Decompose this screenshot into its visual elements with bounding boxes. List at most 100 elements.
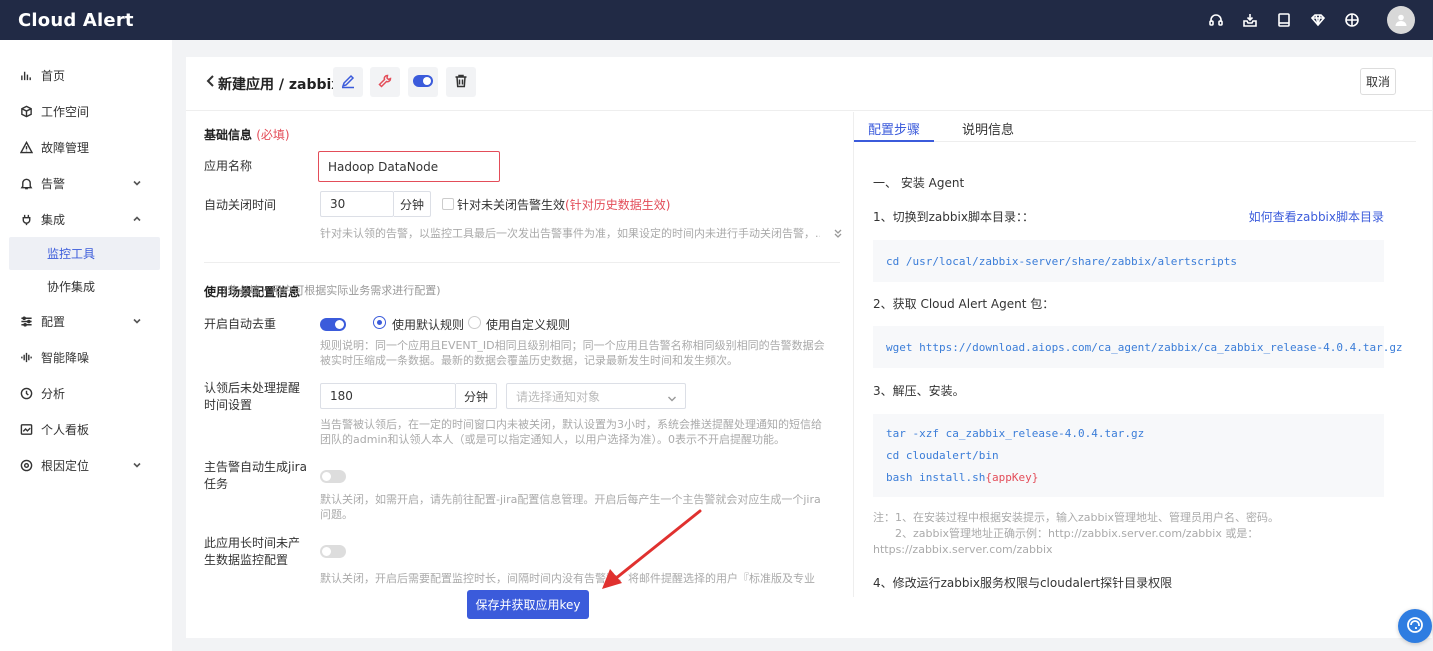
sidebar-item-integration[interactable]: 集成 bbox=[0, 201, 172, 237]
step-install-agent: 一、 安装 Agent bbox=[873, 176, 965, 190]
sidebar-item-label: 工作空间 bbox=[41, 104, 90, 119]
step-3-text: 3、解压、安装。 bbox=[873, 384, 965, 398]
sidebar-item-config[interactable]: 配置 bbox=[0, 303, 172, 339]
jira-label: 主告警自动生成jira任务 bbox=[204, 460, 307, 491]
target-icon bbox=[19, 458, 33, 472]
chart-board-icon bbox=[19, 422, 33, 436]
guide-tabs: 配置步骤 说明信息 bbox=[854, 112, 1416, 142]
scene-info-note: (非必填，用户可根据实际业务需求进行配置) bbox=[223, 284, 441, 297]
remind-label: 认领后未处理提醒时间设置 bbox=[204, 381, 301, 412]
page-header: 新建应用 / zabbix 取消 bbox=[186, 57, 1432, 111]
dedup-help: 规则说明：同一个应用且EVENT_ID相同且级别相同；同一个应用且告警名称相同级… bbox=[320, 339, 825, 367]
sidebar-item-label: 根因定位 bbox=[41, 458, 90, 473]
sidebar-subitem-collaboration[interactable]: 协作集成 bbox=[0, 270, 172, 303]
sidebar-item-label: 告警 bbox=[41, 176, 66, 191]
delete-button[interactable] bbox=[446, 67, 476, 97]
chevron-down-icon[interactable] bbox=[132, 177, 142, 187]
code-block-wget[interactable]: wget https://download.aiops.com/ca_agent… bbox=[873, 326, 1403, 368]
chevron-down-icon[interactable] bbox=[132, 459, 142, 469]
dedup-default-radio[interactable] bbox=[373, 316, 386, 329]
tab-description[interactable]: 说明信息 bbox=[962, 119, 1014, 138]
chevron-up-icon[interactable] bbox=[132, 213, 142, 223]
plug-icon bbox=[19, 212, 33, 226]
download-box-icon[interactable] bbox=[1233, 0, 1267, 40]
nodata-label: 此应用长时间未产生数据监控配置 bbox=[204, 536, 301, 567]
sidebar-item-label: 集成 bbox=[41, 212, 66, 227]
sidebar-item-alerts[interactable]: 告警 bbox=[0, 165, 172, 201]
bar-chart-icon bbox=[19, 68, 33, 82]
settings-button[interactable] bbox=[370, 67, 400, 97]
app-name-input[interactable]: Hadoop DataNode bbox=[318, 151, 500, 182]
dedup-default-label: 使用默认规则 bbox=[392, 318, 465, 332]
dedup-custom-label: 使用自定义规则 bbox=[486, 318, 571, 332]
user-avatar-icon[interactable] bbox=[1387, 6, 1415, 34]
jira-help: 默认关闭，如需开启，请先前往配置-jira配置信息管理。开启后每产生一个主告警就… bbox=[320, 493, 821, 521]
help-chat-button[interactable] bbox=[1398, 609, 1432, 643]
save-and-get-key-button[interactable]: 保存并获取应用key bbox=[467, 590, 589, 619]
remind-input[interactable]: 180 bbox=[320, 383, 456, 409]
remind-unit: 分钟 bbox=[456, 383, 497, 409]
auto-close-label: 自动关闭时间 bbox=[204, 198, 277, 212]
tab-config-steps[interactable]: 配置步骤 bbox=[868, 119, 920, 138]
config-guide-panel: 配置步骤 说明信息 一、 安装 Agent 1、切换到zabbix脚本目录：： … bbox=[853, 112, 1416, 597]
clock-icon bbox=[19, 386, 33, 400]
zabbix-dir-help-link[interactable]: 如何查看zabbix脚本目录 bbox=[1249, 208, 1384, 225]
sidebar-item-dashboard[interactable]: 个人看板 bbox=[0, 411, 172, 447]
config-form: 基础信息 (必填) 应用名称 Hadoop DataNode 自动关闭时间 30… bbox=[186, 112, 852, 638]
edit-button[interactable] bbox=[333, 67, 363, 97]
unclosed-checkbox[interactable] bbox=[442, 198, 454, 210]
app-key-placeholder: {appKey} bbox=[985, 470, 1039, 484]
remind-help: 当告警被认领后，在一定的时间窗口内未被关闭，默认设置为3小时，系统会推送提醒处理… bbox=[320, 418, 822, 446]
basic-info-title: 基础信息 (必填) bbox=[204, 128, 290, 142]
top-bar: Cloud Alert bbox=[0, 0, 1433, 40]
app-name-label: 应用名称 bbox=[204, 159, 253, 173]
dedup-custom-radio[interactable] bbox=[468, 316, 481, 329]
cancel-button[interactable]: 取消 bbox=[1360, 68, 1396, 95]
wrench-icon bbox=[377, 73, 393, 92]
back-arrow-icon[interactable] bbox=[204, 74, 216, 90]
step-4-text: 4、修改运行zabbix服务权限与cloudalert探针目录权限 bbox=[873, 576, 1173, 590]
sidebar-item-root-cause[interactable]: 根因定位 bbox=[0, 447, 172, 483]
sidebar-item-incidents[interactable]: 故障管理 bbox=[0, 129, 172, 165]
book-icon[interactable] bbox=[1267, 0, 1301, 40]
dedup-label: 开启自动去重 bbox=[204, 317, 277, 331]
section-divider bbox=[204, 262, 840, 263]
install-note: 注：1、在安装过程中根据安装提示，输入zabbix管理地址、管理员用户名、密码。… bbox=[873, 511, 1280, 556]
tab-active-indicator bbox=[854, 140, 934, 142]
sidebar-item-home[interactable]: 首页 bbox=[0, 57, 172, 93]
globe-icon[interactable] bbox=[1335, 0, 1369, 40]
sidebar-item-workspace[interactable]: 工作空间 bbox=[0, 93, 172, 129]
auto-close-help: 针对未认领的告警，以监控工具最后一次发出告警事件为准，如果设定的时间内未进行手动… bbox=[320, 227, 820, 240]
cube-icon bbox=[19, 104, 33, 118]
diamond-icon[interactable] bbox=[1301, 0, 1335, 40]
sidebar-item-noise-reduction[interactable]: 智能降噪 bbox=[0, 339, 172, 375]
dedup-toggle[interactable] bbox=[320, 318, 346, 331]
unclosed-warning: (针对历史数据生效) bbox=[565, 198, 671, 212]
auto-close-unit: 分钟 bbox=[394, 191, 431, 217]
support-chat-icon bbox=[1405, 615, 1425, 638]
auto-close-input[interactable]: 30 bbox=[320, 191, 394, 217]
jira-toggle[interactable] bbox=[320, 470, 346, 483]
sidebar-subitem-monitoring-tools[interactable]: 监控工具 bbox=[9, 237, 160, 270]
main-card: 新建应用 / zabbix 取消 基础信息 (必填) 应用名称 Hadoop D… bbox=[186, 57, 1432, 638]
step-1-text: 1、切换到zabbix脚本目录：： bbox=[873, 210, 1034, 224]
code-block-install[interactable]: tar -xzf ca_zabbix_release-4.0.4.tar.gz … bbox=[873, 414, 1384, 497]
sidebar-item-analysis[interactable]: 分析 bbox=[0, 375, 172, 411]
chevron-down-icon[interactable] bbox=[132, 315, 142, 325]
sidebar-item-label: 配置 bbox=[41, 314, 66, 329]
sliders-icon bbox=[19, 314, 33, 328]
page-title: 新建应用 / zabbix bbox=[218, 77, 341, 93]
bell-icon bbox=[19, 176, 33, 190]
headset-icon[interactable] bbox=[1199, 0, 1233, 40]
brand-logo[interactable]: Cloud Alert bbox=[18, 10, 134, 31]
notify-target-select[interactable]: 请选择通知对象 bbox=[506, 383, 686, 409]
enable-toggle-button[interactable] bbox=[408, 67, 438, 97]
sidebar: 首页 工作空间 故障管理 告警 集成 监控工具 协作集成 配置 智能降噪 分析 … bbox=[0, 40, 172, 651]
sidebar-item-label: 首页 bbox=[41, 68, 66, 83]
step-2-text: 2、获取 Cloud Alert Agent 包： bbox=[873, 297, 1055, 311]
trash-icon bbox=[453, 73, 469, 92]
code-block-cd[interactable]: cd /usr/local/zabbix-server/share/zabbix… bbox=[873, 240, 1384, 282]
warning-icon bbox=[19, 140, 33, 154]
nodata-toggle[interactable] bbox=[320, 545, 346, 558]
expand-down-icon[interactable] bbox=[833, 227, 843, 239]
